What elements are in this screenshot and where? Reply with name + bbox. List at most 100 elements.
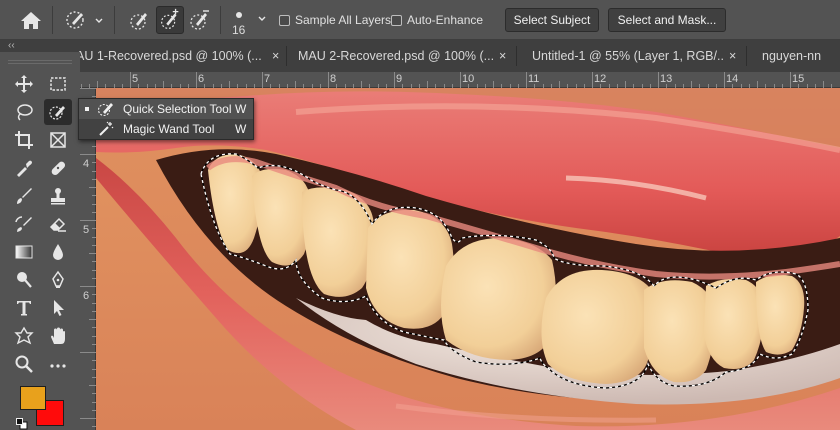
move-tool[interactable]: [10, 71, 38, 97]
ruler-tick: [89, 319, 96, 320]
type-icon: [17, 301, 31, 316]
ruler-tick: [262, 72, 263, 88]
panel-collapse-icon[interactable]: ‹‹: [8, 40, 15, 51]
ruler-tick: [361, 81, 362, 88]
ruler-label: 7: [264, 73, 271, 85]
ruler-label: 8: [330, 73, 337, 85]
document-tab[interactable]: nguyen-nn: [762, 40, 840, 72]
crop-icon: [15, 131, 33, 149]
document-tab[interactable]: MAU 2-Recovered.psd @ 100% (...: [298, 40, 496, 72]
pen-tool[interactable]: [44, 267, 72, 293]
ruler-tick: [80, 418, 96, 419]
subtract-from-selection-button[interactable]: [186, 6, 214, 34]
tool-flyout-menu: Quick Selection Tool W Magic Wand Tool W: [78, 98, 254, 140]
close-icon[interactable]: ×: [499, 40, 506, 72]
healing-brush-tool[interactable]: [44, 155, 72, 181]
hand-tool[interactable]: [44, 323, 72, 349]
ruler-tick: [328, 72, 329, 88]
marquee-icon: [50, 77, 66, 91]
add-to-selection-brush-icon: [161, 8, 179, 29]
clone-stamp-tool[interactable]: [44, 183, 72, 209]
tab-separator: [746, 46, 747, 66]
document-tab[interactable]: Untitled-1 @ 55% (Layer 1, RGB/...: [532, 40, 724, 72]
home-icon[interactable]: [16, 8, 46, 32]
auto-enhance-label: Auto-Enhance: [407, 13, 484, 27]
brush-tip-icon: [236, 12, 266, 21]
ruler-tick: [89, 187, 96, 188]
brush-size-value: 16: [232, 23, 246, 37]
ruler-tick: [89, 385, 96, 386]
tab-separator: [286, 46, 287, 66]
document-tab[interactable]: AU 1-Recovered.psd @ 100% (...: [76, 40, 268, 72]
eyedropper-tool[interactable]: [10, 155, 38, 181]
dodge-icon: [17, 272, 32, 288]
checkbox-box[interactable]: [279, 14, 290, 26]
ruler-tick: [823, 81, 824, 88]
sample-all-layers-checkbox[interactable]: Sample All Layers: [279, 12, 391, 28]
ruler-tick: [526, 72, 527, 88]
brush-icon: [17, 188, 32, 204]
default-colors-icon[interactable]: [16, 418, 28, 430]
ruler-tick: [691, 81, 692, 88]
type-tool[interactable]: [10, 295, 38, 321]
quick-selection-icon: [49, 106, 65, 120]
ruler-tick: [724, 72, 725, 88]
ruler-tick: [559, 81, 560, 88]
quick-selection-tool-menu-item[interactable]: Quick Selection Tool W: [79, 99, 253, 119]
select-and-mask-button[interactable]: Select and Mask...: [608, 8, 726, 32]
tool-preset-picker[interactable]: [62, 8, 106, 32]
lasso-icon: [17, 104, 33, 121]
ruler-tick: [130, 72, 131, 88]
add-to-selection-button[interactable]: [156, 6, 184, 34]
select-subject-button[interactable]: Select Subject: [505, 8, 599, 32]
blur-tool[interactable]: [44, 239, 72, 265]
options-separator: [52, 6, 53, 34]
crop-tool[interactable]: [10, 127, 38, 153]
auto-enhance-checkbox[interactable]: Auto-Enhance: [391, 12, 483, 28]
move-icon: [15, 75, 33, 93]
quick-selection-icon: [97, 103, 113, 117]
close-icon[interactable]: ×: [729, 40, 736, 72]
quick-selection-tool[interactable]: [44, 99, 72, 125]
gradient-icon: [15, 245, 33, 259]
options-separator: [220, 6, 221, 34]
zoom-icon: [15, 355, 33, 373]
gradient-tool[interactable]: [10, 239, 38, 265]
ruler-tick: [493, 81, 494, 88]
selected-indicator: [85, 107, 89, 111]
ruler-tick: [80, 220, 96, 221]
path-selection-icon: [54, 300, 64, 316]
panel-grip[interactable]: [8, 60, 72, 64]
ruler-tick: [80, 286, 96, 287]
ruler-tick: [427, 81, 428, 88]
ruler-tick: [163, 81, 164, 88]
dodge-tool[interactable]: [10, 267, 38, 293]
more-tools-icon: [50, 364, 66, 368]
frame-icon: [50, 132, 66, 148]
shape-tool[interactable]: [10, 323, 38, 349]
tab-label: MAU 2-Recovered.psd @ 100% (...: [298, 49, 495, 63]
sample-all-layers-label: Sample All Layers: [295, 13, 392, 27]
ruler-tick: [790, 72, 791, 88]
brush-picker[interactable]: 16: [228, 4, 270, 37]
path-selection-tool[interactable]: [44, 295, 72, 321]
quick-selection-brush-icon: [66, 11, 103, 29]
options-bar: 16 Sample All Layers Auto-Enhance Select…: [0, 0, 840, 40]
history-brush-tool[interactable]: [10, 211, 38, 237]
menu-item-shortcut: W: [235, 122, 247, 136]
marquee-tool[interactable]: [44, 71, 72, 97]
magic-wand-tool-menu-item[interactable]: Magic Wand Tool W: [79, 119, 253, 139]
brush-tool[interactable]: [10, 183, 38, 209]
lasso-tool[interactable]: [10, 99, 38, 125]
frame-tool[interactable]: [44, 127, 72, 153]
zoom-tool[interactable]: [10, 351, 38, 377]
checkbox-box[interactable]: [391, 14, 402, 26]
close-icon[interactable]: ×: [272, 40, 279, 72]
new-selection-button[interactable]: [126, 6, 154, 34]
ruler-tick: [80, 154, 96, 155]
foreground-color-swatch[interactable]: [20, 386, 46, 410]
eraser-tool[interactable]: [44, 211, 72, 237]
edit-toolbar-button[interactable]: [44, 351, 72, 377]
ruler-label: 9: [396, 73, 403, 85]
ruler-tick: [80, 88, 96, 89]
